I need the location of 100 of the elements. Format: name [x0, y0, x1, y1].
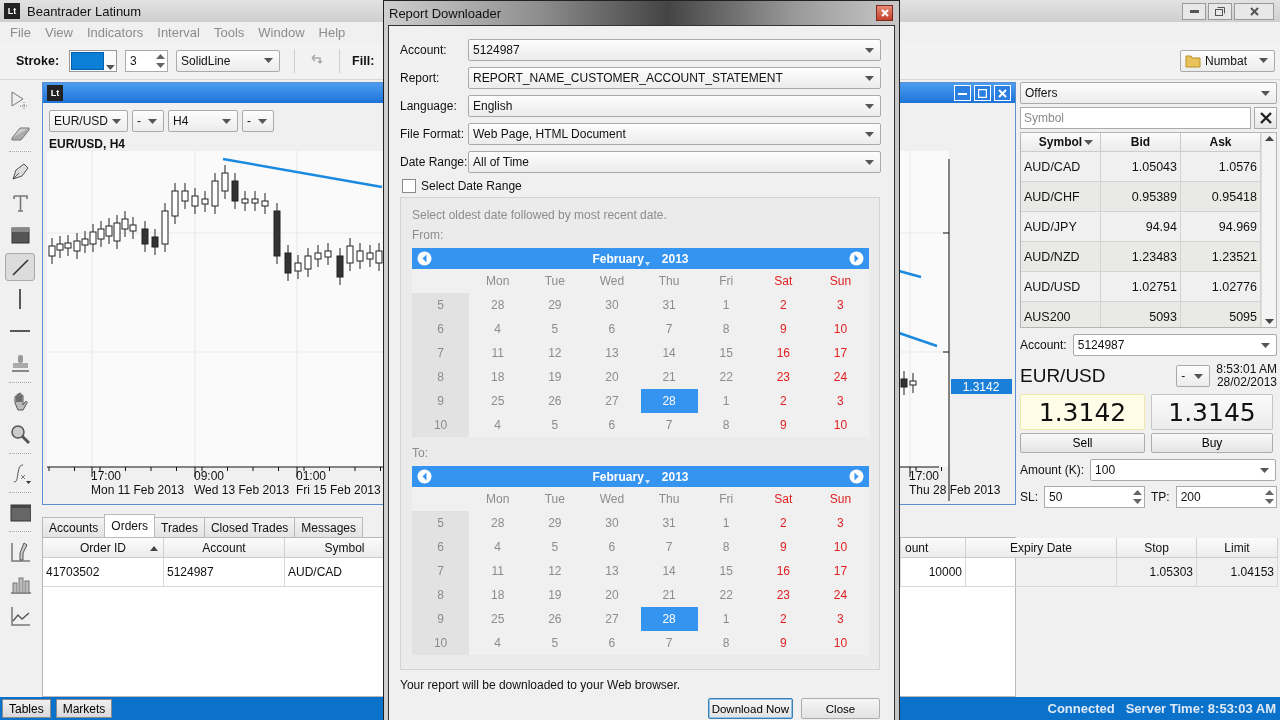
scroll-down-icon[interactable]: [1264, 319, 1274, 324]
caret-icon: [1194, 373, 1204, 379]
column-header[interactable]: Order ID: [43, 538, 164, 558]
calendar-label: To:: [412, 446, 428, 460]
restore-button[interactable]: [1208, 2, 1232, 20]
previous-month-button[interactable]: [417, 251, 432, 266]
column-header[interactable]: Ask: [1181, 133, 1261, 152]
scrollbar[interactable]: [1261, 133, 1276, 327]
caret-icon: [148, 118, 157, 124]
weekday-label: Thu: [657, 491, 681, 508]
table-cell[interactable]: 1.23483: [1101, 242, 1181, 272]
column-header[interactable]: Account: [164, 538, 285, 558]
caret-icon: [865, 159, 874, 165]
table-cell[interactable]: AUS200: [1021, 302, 1101, 327]
dropdown[interactable]: All of Time: [468, 151, 881, 173]
close-button[interactable]: [876, 5, 893, 21]
table-cell[interactable]: AUD/CHF: [1021, 182, 1101, 212]
table-cell: 1.05303: [1117, 558, 1197, 587]
color-picker[interactable]: [69, 49, 118, 72]
spin-arrows-icon[interactable]: [1264, 489, 1274, 505]
download-button[interactable]: Download Now: [707, 698, 793, 719]
dropdown[interactable]: REPORT_NAME_CUSTOMER_ACCOUNT_STATEMENT: [468, 67, 881, 89]
close-button[interactable]: [1234, 2, 1274, 20]
table-cell[interactable]: 5093: [1101, 302, 1181, 327]
panel-button[interactable]: Markets: [55, 699, 113, 718]
caret-icon: [1084, 140, 1093, 145]
amount-dropdown[interactable]: 100: [1090, 459, 1277, 481]
dropdown[interactable]: -: [132, 110, 164, 132]
time-label: 17:00 Thu 28 Feb 2013: [909, 469, 1001, 497]
width-spin-box[interactable]: 3: [125, 49, 169, 72]
dropdown[interactable]: Web Page, HTML Document: [468, 123, 881, 145]
table-cell[interactable]: 1.23521: [1181, 242, 1261, 272]
caret-icon: [264, 58, 274, 63]
restore-icon: [1215, 6, 1225, 16]
dropdown[interactable]: -: [242, 110, 274, 132]
workspace-dropdown[interactable]: Numbat: [1180, 49, 1275, 72]
trend-line[interactable]: [898, 331, 938, 348]
tab[interactable]: Messages: [294, 517, 364, 537]
column-header[interactable]: Limit: [1197, 538, 1278, 558]
sell-price-button[interactable]: 1.3142: [1020, 394, 1145, 430]
quote-date: 28/02/2013: [1216, 376, 1277, 389]
tab[interactable]: Closed Trades: [203, 517, 296, 537]
table-cell[interactable]: 5095: [1181, 302, 1261, 327]
table-cell[interactable]: AUD/NZD: [1021, 242, 1101, 272]
tab[interactable]: Trades: [154, 517, 205, 537]
line-style-dropdown[interactable]: SolidLine: [176, 49, 281, 72]
caret-icon: [258, 118, 267, 124]
weekday-label: Sun: [828, 273, 853, 290]
candle: [171, 182, 179, 225]
buy-price-button[interactable]: 1.3145: [1151, 394, 1273, 430]
symbol-dropdown[interactable]: EUR/USD: [49, 110, 128, 132]
column-header[interactable]: Bid: [1101, 133, 1181, 152]
table-cell[interactable]: 0.95418: [1181, 182, 1261, 212]
search-field[interactable]: Symbol: [1020, 107, 1251, 129]
trend-line[interactable]: [898, 269, 922, 279]
candle: [191, 187, 199, 215]
dropdown[interactable]: English: [468, 95, 881, 117]
stop-loss-spin-box[interactable]: 50: [1044, 486, 1145, 508]
dropdown[interactable]: 5124987: [468, 39, 881, 61]
buy-button[interactable]: Buy: [1151, 433, 1273, 453]
dropdown[interactable]: -: [1176, 365, 1211, 387]
tab[interactable]: Orders: [104, 514, 156, 537]
table-cell[interactable]: 0.95389: [1101, 182, 1181, 212]
minimize-button[interactable]: [1182, 2, 1206, 20]
next-month-button[interactable]: [849, 251, 864, 266]
tab[interactable]: Accounts: [42, 517, 106, 537]
time-label: 17:00 Mon 11 Feb 2013: [91, 469, 185, 497]
app-logo: Lt: [4, 3, 20, 19]
sell-button[interactable]: Sell: [1020, 433, 1145, 453]
maximize-button[interactable]: [974, 85, 991, 101]
weekday-label: Thu: [657, 273, 681, 290]
candle: [181, 182, 189, 210]
view-dropdown[interactable]: Offers: [1020, 82, 1277, 104]
hint-text: Select oldest date followed by most recent date.: [412, 208, 668, 222]
column-header[interactable]: Expiry Date: [966, 538, 1117, 558]
candle: [161, 202, 169, 253]
interval-dropdown[interactable]: H4: [168, 110, 238, 132]
clear-button[interactable]: [1254, 107, 1277, 129]
scroll-up-icon[interactable]: [1264, 136, 1274, 141]
column-header[interactable]: Stop: [1117, 538, 1197, 558]
close-icon: [1259, 112, 1272, 124]
previous-month-button[interactable]: [417, 469, 432, 484]
date-range-checkbox[interactable]: Select Date Range: [400, 178, 880, 194]
week-number: 6: [412, 317, 470, 341]
spin-arrows-icon[interactable]: [156, 52, 166, 69]
candle: [201, 190, 209, 213]
download-note: Your report will be downloaded to your Web browser.: [400, 678, 682, 692]
column-header[interactable]: Symbol: [1021, 133, 1101, 152]
folder-icon: [1185, 52, 1201, 69]
close-dialog-button[interactable]: Close: [801, 698, 880, 719]
next-month-button[interactable]: [849, 469, 864, 484]
panel-icon: [9, 501, 31, 523]
account-dropdown[interactable]: 5124987: [1072, 334, 1277, 356]
spin-arrows-icon[interactable]: [1133, 489, 1142, 505]
fill-label: Fill:: [352, 53, 375, 68]
column-header[interactable]: ount: [901, 538, 966, 558]
candle: [346, 237, 354, 272]
dialog-title: Report Downloader: [389, 5, 501, 21]
panel-button[interactable]: Tables: [2, 699, 51, 718]
take-profit-spin-box[interactable]: 200: [1175, 486, 1277, 508]
